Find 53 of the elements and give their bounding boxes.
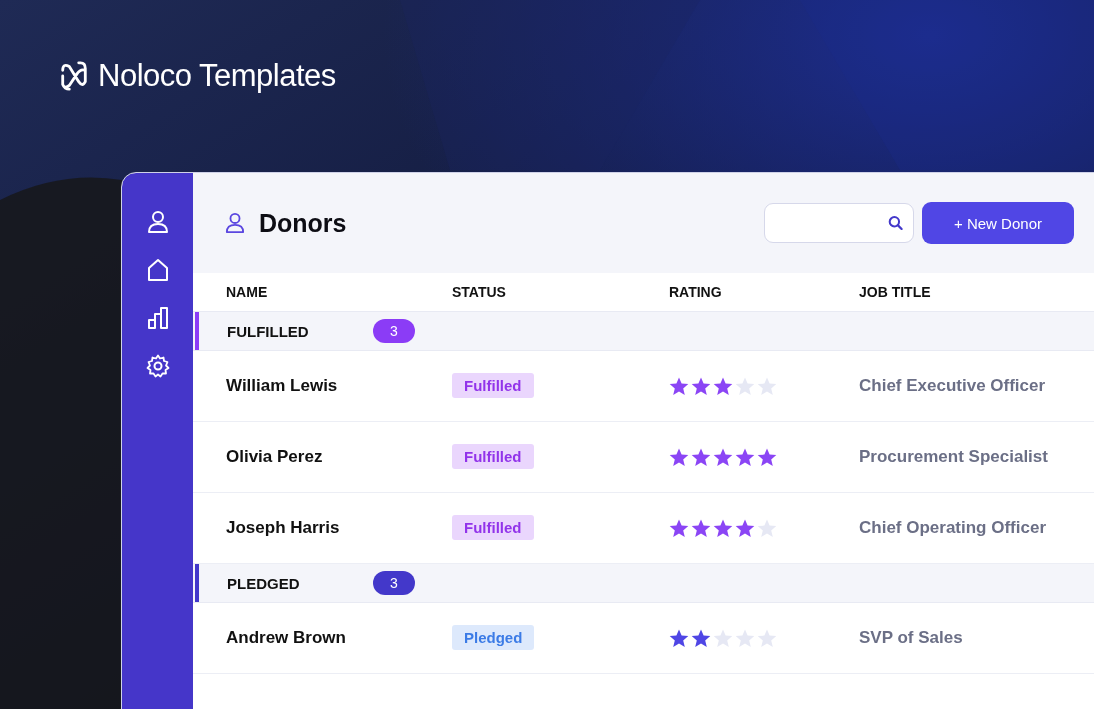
star-icon <box>669 447 689 467</box>
group-header[interactable]: PLEDGED 3 <box>193 564 1094 603</box>
star-icon <box>713 376 733 396</box>
star-icon <box>713 628 733 648</box>
column-header[interactable]: JOB TITLE <box>859 284 931 300</box>
user-icon[interactable] <box>146 210 169 234</box>
star-icon <box>713 447 733 467</box>
star-icon <box>757 518 777 538</box>
column-header[interactable]: RATING <box>669 284 722 300</box>
star-icon <box>691 628 711 648</box>
table-cell: Joseph Harris <box>226 518 340 537</box>
status-tag: Pledged <box>452 625 535 650</box>
star-icon <box>735 518 755 538</box>
new-donor-button[interactable]: + New Donor <box>922 202 1074 244</box>
group-header[interactable]: FULFILLED 3 <box>193 312 1094 351</box>
star-icon <box>691 447 711 467</box>
star-icon <box>757 447 777 467</box>
table-cell: Procurement Specialist <box>859 447 1048 466</box>
status-tag: Fulfilled <box>452 444 534 469</box>
group-count: 3 <box>373 319 415 343</box>
brand-name: Noloco Templates <box>98 58 336 94</box>
star-icon <box>735 628 755 648</box>
search-icon <box>887 214 903 232</box>
star-icon <box>691 518 711 538</box>
page-title: Donors <box>259 208 347 238</box>
star-icon <box>669 628 689 648</box>
group-label: FULFILLED <box>227 322 310 340</box>
star-icon <box>735 376 755 396</box>
column-header[interactable]: NAME <box>226 284 268 300</box>
table-cell: SVP of Sales <box>859 628 963 647</box>
star-icon <box>669 518 689 538</box>
chart-icon[interactable] <box>146 306 169 330</box>
table-cell: Olivia Perez <box>226 447 323 466</box>
table-cell: William Lewis <box>226 376 338 395</box>
column-header[interactable]: STATUS <box>452 284 506 300</box>
star-icon <box>713 518 733 538</box>
star-icon <box>735 447 755 467</box>
logo-icon <box>58 59 90 93</box>
star-icon <box>757 376 777 396</box>
home-icon[interactable] <box>145 258 170 282</box>
status-tag: Fulfilled <box>452 515 534 540</box>
table-cell: Chief Executive Officer <box>859 376 1046 395</box>
search-field[interactable] <box>764 203 914 243</box>
star-icon <box>669 376 689 396</box>
settings-icon[interactable] <box>145 354 170 378</box>
table-cell: Andrew Brown <box>226 628 346 647</box>
group-label: PLEDGED <box>227 574 301 592</box>
group-count: 3 <box>373 571 415 595</box>
status-tag: Fulfilled <box>452 373 534 398</box>
star-icon <box>757 628 777 648</box>
table-cell: Chief Operating Officer <box>859 518 1047 537</box>
star-icon <box>691 376 711 396</box>
user-icon <box>225 212 245 234</box>
